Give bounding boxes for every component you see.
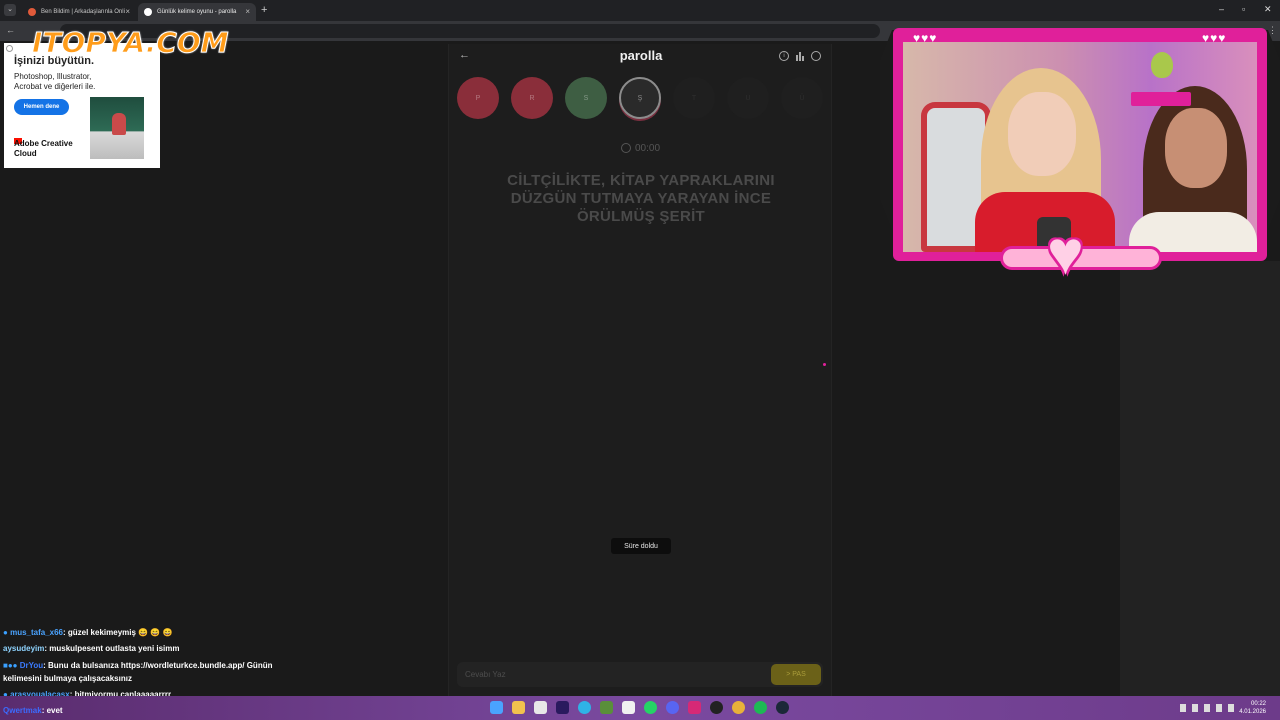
profile-icon[interactable] <box>811 51 821 61</box>
stats-icon[interactable] <box>795 51 805 61</box>
ad-cta-button[interactable]: Hemen dene <box>14 99 69 115</box>
adobe-ad[interactable]: İşinizi büyütün. Photoshop, Illustrator,… <box>4 43 160 168</box>
clock-date: 4.01.2026 <box>1239 709 1266 715</box>
chat-message: ● mus_tafa_x66: güzel kekimeymiş 😄 😄 😄 <box>3 628 172 637</box>
browser-tab-strip: ⌄ Ben Bildim | Arkadaşlarınla Onli × Gün… <box>0 0 1280 21</box>
clock-time: 00:22 <box>1250 701 1266 707</box>
pass-button[interactable]: > PAS <box>771 664 821 685</box>
chrome-icon[interactable] <box>732 701 745 714</box>
letter-circle-r: R <box>511 77 553 119</box>
chat-text: : Bunu da bulsanıza https://wordleturkce… <box>43 661 273 670</box>
obs-icon[interactable] <box>710 701 723 714</box>
info-icon[interactable]: i <box>779 51 789 61</box>
premiere-icon[interactable] <box>556 701 569 714</box>
time-up-toast: Süre doldu <box>611 538 671 554</box>
tab-search-button[interactable]: ⌄ <box>4 4 16 16</box>
windows-taskbar: Qwertmak: evet 00:22 4.01.2026 <box>0 696 1280 720</box>
star-app-icon[interactable] <box>622 701 635 714</box>
letter-circle-s: S <box>565 77 607 119</box>
instagram-icon[interactable] <box>688 701 701 714</box>
letter-circle-s-cedilla: Ş <box>619 77 661 119</box>
parolla-game-panel: ← parolla i P R S Ş T U Ü 00:00 CİLTÇİLİ… <box>448 44 832 696</box>
clue-text: CİLTÇİLİKTE, KİTAP YAPRAKLARINI DÜZGÜN T… <box>507 172 775 225</box>
spotify-icon[interactable] <box>754 701 767 714</box>
ad-info-icon[interactable] <box>6 45 13 52</box>
big-heart-icon: ♥ <box>1047 219 1084 288</box>
minecraft-icon[interactable] <box>600 701 613 714</box>
wall-sign <box>1131 92 1191 106</box>
chat-badge-icon: ■●● <box>3 661 18 670</box>
right-side-strip <box>1120 261 1280 696</box>
letter-circle-u-umlaut: Ü <box>781 77 823 119</box>
ad-person <box>112 113 126 135</box>
ad-body: Photoshop, Illustrator, Acrobat ve diğer… <box>14 72 96 91</box>
chat-message: aysudeyim: muskulpesent outlasta yeni is… <box>3 644 180 653</box>
chat-text: : evet <box>41 706 63 715</box>
close-tab-icon[interactable]: × <box>125 7 130 16</box>
back-icon[interactable]: ← <box>6 25 15 35</box>
maximize-icon[interactable]: ▫ <box>1242 4 1245 14</box>
chat-text: kelimesini bulmaya çalışacaksınız <box>3 674 132 683</box>
minimize-icon[interactable]: – <box>1219 4 1224 14</box>
tab-parolla[interactable]: Günlük kelime oyunu - parolla × <box>138 3 256 21</box>
answer-input[interactable] <box>465 666 765 683</box>
chat-message: Qwertmak: evet <box>3 706 63 715</box>
streamer-left-face <box>1008 92 1076 176</box>
cursor-dot <box>823 363 826 366</box>
chat-text: : muskulpesent outlasta yeni isimm <box>44 644 180 653</box>
edge-icon[interactable] <box>578 701 591 714</box>
chat-username: DrYou <box>19 661 44 670</box>
alien-figure <box>1151 52 1173 78</box>
system-clock[interactable]: 00:22 4.01.2026 <box>1239 700 1266 716</box>
file-explorer-icon[interactable] <box>512 701 525 714</box>
ben-bildim-favicon-icon <box>28 8 36 16</box>
tab-ben-bildim[interactable]: Ben Bildim | Arkadaşlarınla Onli × <box>22 3 136 21</box>
parolla-favicon-icon <box>144 8 152 16</box>
discord-icon[interactable] <box>666 701 679 714</box>
chat-username: mus_tafa_x66 <box>10 628 63 637</box>
new-tab-button[interactable]: + <box>261 4 267 16</box>
answer-box: > PAS <box>457 662 823 687</box>
itopya-logo: ITOPYA.COM <box>31 26 229 60</box>
tab-label: Ben Bildim | Arkadaşlarınla Onli <box>41 9 125 15</box>
whatsapp-icon[interactable] <box>644 701 657 714</box>
chat-username: Qwertmak <box>3 706 42 715</box>
chat-message: kelimesini bulmaya çalışacaksınız <box>3 674 132 683</box>
ad-brand: Adobe Creative Cloud <box>14 139 73 158</box>
timer-clock-icon <box>621 143 631 153</box>
chat-username: aysudeyim <box>3 644 45 653</box>
streamer-right-face <box>1165 108 1227 188</box>
letter-circle-u: U <box>727 77 769 119</box>
game-title: parolla <box>619 48 663 63</box>
close-tab-icon[interactable]: × <box>245 7 250 16</box>
chat-badge-icon: ● <box>3 628 8 637</box>
calendar-icon[interactable] <box>534 701 547 714</box>
tray-icons[interactable] <box>1180 704 1240 712</box>
chat-text: : güzel kekimeymiş 😄 😄 😄 <box>63 628 173 637</box>
start-icon[interactable] <box>490 701 503 714</box>
close-window-icon[interactable]: ✕ <box>1264 4 1272 15</box>
letter-circle-p: P <box>457 77 499 119</box>
tab-label: Günlük kelime oyunu - parolla <box>157 9 237 15</box>
steam-icon[interactable] <box>776 701 789 714</box>
chat-message: ■●● DrYou: Bunu da bulsanıza https://wor… <box>3 661 272 670</box>
letter-circle-t: T <box>673 77 715 119</box>
timer: 00:00 <box>635 143 661 154</box>
